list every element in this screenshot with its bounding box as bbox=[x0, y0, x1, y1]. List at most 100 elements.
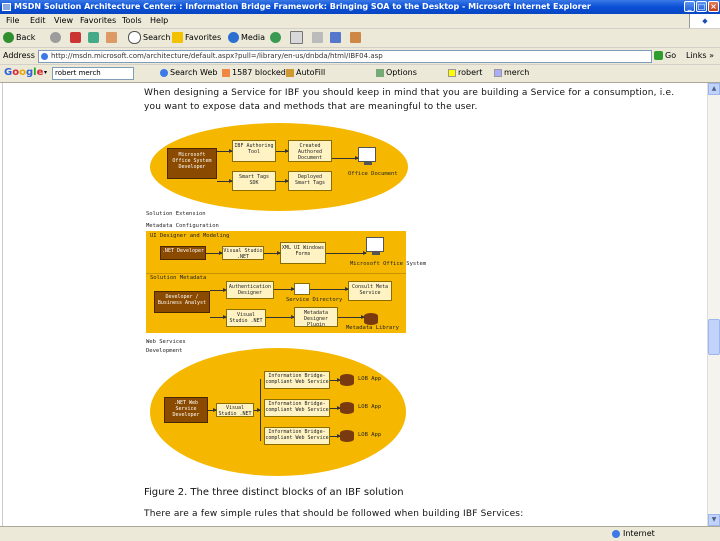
d1-office-document-label: Office Document bbox=[348, 171, 398, 177]
autofill-icon bbox=[286, 68, 294, 77]
status-bar: Internet bbox=[0, 526, 720, 541]
d2-arrow-8 bbox=[338, 315, 365, 319]
d1-smarttags-sdk-box: Smart Tags SDK bbox=[232, 171, 276, 191]
address-input[interactable]: http://msdn.microsoft.com/architecture/d… bbox=[38, 50, 652, 63]
print-button[interactable] bbox=[312, 31, 325, 45]
menu-tools[interactable]: Tools bbox=[122, 14, 142, 28]
d2-arrow-1 bbox=[206, 251, 223, 255]
standard-toolbar: Back Search Favorites Media bbox=[0, 29, 720, 48]
label-web-services: Web Services bbox=[146, 339, 186, 345]
menu-view[interactable]: View bbox=[54, 14, 73, 28]
menu-favorites[interactable]: Favorites bbox=[80, 14, 116, 28]
d3-lob-app-2: LOB App bbox=[358, 404, 382, 410]
ie-app-icon bbox=[2, 3, 11, 11]
d2-service-directory-label: Service Directory bbox=[286, 297, 343, 303]
d2-arrow-6 bbox=[274, 287, 295, 291]
go-arrow-icon bbox=[654, 51, 663, 60]
d2-analyst-box: Developer / Business Analyst bbox=[154, 291, 210, 313]
d2-separator bbox=[146, 273, 406, 274]
security-zone: Internet bbox=[612, 529, 655, 539]
window-title: MSDN Solution Architecture Center: : Inf… bbox=[14, 2, 591, 11]
scroll-thumb[interactable] bbox=[708, 319, 720, 355]
media-button[interactable]: Media bbox=[228, 31, 265, 45]
d1-arrow-4 bbox=[276, 179, 289, 183]
search-button[interactable]: Search bbox=[128, 31, 170, 45]
d3-service-box-1: Information Bridge-compliant Web Service bbox=[264, 371, 330, 389]
highlight-robert-button[interactable]: robert bbox=[448, 67, 482, 79]
options-icon bbox=[376, 68, 384, 77]
popup-blocker-button[interactable]: 1587 blocked bbox=[222, 67, 286, 79]
scroll-down-button[interactable]: ▼ bbox=[708, 514, 720, 526]
d2-arrow-3 bbox=[326, 251, 367, 255]
maximize-button[interactable]: □ bbox=[696, 1, 707, 12]
globe-icon bbox=[612, 529, 620, 538]
scroll-up-button[interactable]: ▲ bbox=[708, 83, 720, 95]
favorites-button[interactable]: Favorites bbox=[172, 31, 221, 45]
discuss-icon bbox=[350, 32, 361, 43]
d1-deployed-smarttags-box: Deployed Smart Tags bbox=[288, 171, 332, 191]
edit-button[interactable] bbox=[330, 31, 343, 45]
d2-monitor-icon bbox=[366, 237, 384, 255]
label-development: Development bbox=[146, 348, 183, 354]
menu-help[interactable]: Help bbox=[150, 14, 168, 28]
d3-vs-box: Visual Studio .NET bbox=[216, 403, 254, 417]
discuss-button[interactable] bbox=[350, 31, 363, 45]
d3-arrow-vs bbox=[254, 408, 261, 412]
history-button[interactable] bbox=[270, 31, 283, 45]
back-button[interactable]: Back bbox=[3, 31, 35, 45]
d2-arrow-7 bbox=[266, 315, 295, 319]
menu-file[interactable]: File bbox=[6, 14, 19, 28]
stop-button[interactable] bbox=[70, 31, 83, 45]
blocker-icon bbox=[222, 68, 230, 77]
autofill-button[interactable]: AutoFill bbox=[286, 67, 325, 79]
d1-arrow-2 bbox=[217, 179, 233, 183]
menu-edit[interactable]: Edit bbox=[30, 14, 46, 28]
d1-authored-document-box: Created Authored Document bbox=[288, 140, 332, 162]
google-menu-chevron-icon[interactable]: ▾ bbox=[44, 67, 47, 79]
highlight-merch-button[interactable]: merch bbox=[494, 67, 529, 79]
search-icon bbox=[128, 31, 141, 44]
intro-line-1: When designing a Service for IBF you sho… bbox=[144, 88, 675, 98]
label-metadata-configuration: Metadata Configuration bbox=[146, 223, 219, 229]
figure-caption: Figure 2. The three distinct blocks of a… bbox=[144, 487, 404, 498]
d2-vs-net-box: Visual Studio .NET bbox=[226, 309, 266, 327]
d3-database-icon-2 bbox=[340, 402, 354, 414]
d1-monitor-icon bbox=[358, 147, 376, 165]
refresh-icon bbox=[88, 32, 99, 43]
refresh-button[interactable] bbox=[88, 31, 101, 45]
d1-arrow-5 bbox=[332, 156, 359, 160]
mail-icon bbox=[290, 31, 303, 44]
search-web-button[interactable]: Search Web bbox=[160, 67, 217, 79]
highlight-icon bbox=[494, 68, 502, 77]
google-search-input[interactable]: robert merch bbox=[52, 67, 134, 80]
go-button[interactable]: Go bbox=[654, 50, 676, 62]
d2-visual-studio-box: Visual Studio .NET bbox=[222, 246, 264, 260]
close-button[interactable]: × bbox=[708, 1, 719, 12]
d3-arrow-3 bbox=[330, 434, 341, 438]
d2-header: UI Designer and Modeling bbox=[150, 233, 230, 239]
d2-auth-designer-box: Authentication Designer bbox=[226, 281, 274, 299]
google-toolbar: Google ▾ robert merch Search Web 1587 bl… bbox=[0, 65, 720, 83]
vertical-scrollbar[interactable]: ▲ ▼ bbox=[707, 83, 720, 526]
media-icon bbox=[228, 32, 239, 43]
forward-arrow-icon bbox=[50, 32, 61, 43]
d3-arrow-2 bbox=[330, 406, 341, 410]
options-button[interactable]: Options bbox=[376, 67, 417, 79]
minimize-button[interactable]: _ bbox=[684, 1, 695, 12]
d2-arrow-4 bbox=[210, 288, 227, 292]
footer-line: There are a few simple rules that should… bbox=[144, 509, 524, 519]
address-label: Address bbox=[3, 51, 35, 60]
mail-button[interactable] bbox=[290, 31, 305, 45]
d2-arrow-9 bbox=[310, 287, 349, 291]
forward-button[interactable] bbox=[50, 31, 63, 45]
d2-metadata-plugin-box: Metadata Designer Plugin bbox=[294, 307, 338, 327]
address-bar: Address http://msdn.microsoft.com/archit… bbox=[0, 48, 720, 65]
address-url: http://msdn.microsoft.com/architecture/d… bbox=[51, 52, 383, 60]
d1-authoring-tool-box: IBF Authoring Tool bbox=[232, 140, 276, 162]
home-button[interactable] bbox=[106, 31, 119, 45]
d3-arrow-1 bbox=[330, 378, 341, 382]
title-bar: MSDN Solution Architecture Center: : Inf… bbox=[0, 0, 720, 14]
stop-icon bbox=[70, 32, 81, 43]
links-button[interactable]: Links » bbox=[686, 50, 714, 62]
d3-lob-app-3: LOB App bbox=[358, 432, 382, 438]
